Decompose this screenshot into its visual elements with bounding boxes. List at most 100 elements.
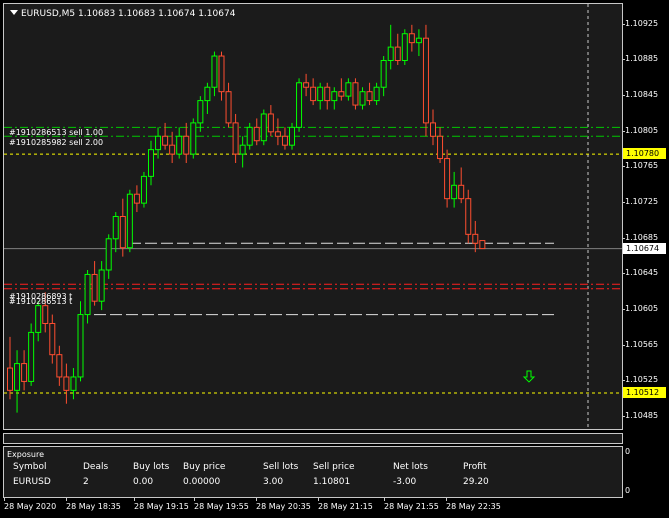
candle-body: [331, 91, 338, 102]
price-tick-label: 1.10565: [621, 339, 659, 349]
time-tick-label: 28 May 2020: [4, 498, 57, 511]
candle-body: [253, 126, 260, 142]
price-tick-label: 1.10805: [621, 125, 659, 135]
candle-body: [197, 100, 204, 124]
candle-body: [437, 135, 444, 160]
candle-body: [112, 216, 119, 240]
candle-body: [430, 122, 436, 137]
value-buy-price: 0.00000: [183, 477, 221, 487]
candle-body: [274, 131, 281, 137]
candle-body: [352, 82, 359, 106]
candle-body: [91, 273, 98, 302]
value-net-lots: -3.00: [393, 477, 417, 487]
candle-body: [14, 363, 21, 391]
price-tag-2: 1.10674: [623, 242, 666, 254]
order-label-4: #1910286513 t: [9, 297, 73, 306]
price-tick-label: 1.10925: [621, 18, 659, 28]
candle-body: [63, 376, 70, 391]
candle-body: [105, 238, 112, 271]
candle-body: [359, 91, 366, 106]
chart-title-text: EURUSD,M5 1.10683 1.10683 1.10674 1.1067…: [21, 9, 236, 19]
value-deals: 2: [83, 477, 89, 487]
candle-body: [296, 82, 303, 128]
candle-body: [246, 126, 253, 146]
candle-body: [267, 113, 274, 133]
candle-body: [21, 363, 28, 382]
indicator-separator: [3, 433, 623, 444]
price-tick-label: 1.10605: [621, 304, 659, 314]
price-axis[interactable]: 1.10925 1.10885 1.10845 1.10805 1.10765 1.107…: [621, 3, 669, 443]
candle-body: [317, 86, 324, 102]
header-sell-price: Sell price: [313, 462, 355, 472]
candle-body: [415, 37, 422, 44]
candle-body: [126, 193, 133, 249]
header-buy-price: Buy price: [183, 462, 226, 472]
candle-body: [98, 269, 105, 302]
candle-body: [28, 331, 35, 382]
value-sell-price: 1.10801: [313, 477, 351, 487]
candle-body: [183, 135, 190, 155]
price-chart[interactable]: [4, 4, 622, 429]
candle-body: [387, 46, 394, 61]
candle-body: [289, 126, 295, 146]
sell-signal-arrow-icon: [522, 370, 536, 383]
candle-body: [204, 86, 211, 102]
candle-body: [190, 122, 197, 155]
candle-body: [140, 175, 147, 204]
candle-body: [133, 193, 140, 204]
chart-area[interactable]: EURUSD,M5 1.10683 1.10683 1.10674 1.1067…: [3, 3, 623, 430]
candle-body: [239, 144, 246, 155]
candle-body: [408, 33, 415, 44]
price-tick-label: 1.10685: [621, 232, 659, 242]
candle-body: [225, 91, 232, 124]
header-sell-lots: Sell lots: [263, 462, 299, 472]
header-deals: Deals: [83, 462, 109, 472]
price-tick-label: 1.10485: [621, 411, 659, 421]
candle-body: [84, 273, 91, 316]
candle-body: [338, 91, 345, 97]
header-buy-lots: Buy lots: [133, 462, 170, 472]
time-tick-label: 28 May 18:35: [66, 498, 121, 511]
candle-body: [401, 33, 408, 61]
price-tag-1: 1.10780: [623, 148, 666, 160]
candle-body: [119, 216, 126, 249]
candle-body: [56, 354, 63, 378]
candle-body: [49, 322, 56, 356]
order-label-2: #1910285982 sell 2.00: [9, 138, 104, 147]
price-tick-label: 1.10645: [621, 268, 659, 278]
value-sell-lots: 3.00: [263, 477, 284, 487]
candle-body: [366, 91, 373, 102]
candle-body: [211, 55, 218, 88]
time-tick-label: 28 May 20:35: [256, 498, 311, 511]
candle-body: [345, 82, 352, 97]
price-tick-label: 1.10845: [621, 90, 659, 100]
price-tick-label: 1.10525: [621, 375, 659, 385]
candle-body: [444, 158, 451, 200]
exposure-title: Exposure: [7, 450, 45, 459]
time-tick-label: 28 May 22:35: [446, 498, 501, 511]
subwindow-scale-bottom: 0: [625, 486, 631, 495]
candle-body: [218, 55, 225, 93]
candle-body: [422, 37, 429, 124]
candle-body: [176, 135, 183, 155]
dropdown-arrow-icon[interactable]: [10, 10, 18, 15]
candle-body: [148, 149, 154, 177]
candle-body: [35, 305, 42, 333]
candle-body: [260, 113, 267, 142]
candle-body: [42, 305, 49, 324]
price-tag-3: 1.10512: [623, 387, 666, 398]
candle-body: [373, 86, 380, 102]
candle-body: [479, 240, 486, 250]
candle-body: [472, 233, 479, 244]
exposure-panel: Exposure Symbol Deals Buy lots Buy price…: [3, 446, 623, 498]
price-tick-label: 1.10765: [621, 161, 659, 171]
candle-body: [465, 198, 472, 235]
candle-body: [155, 135, 162, 151]
candle-body: [162, 135, 169, 146]
candle-body: [169, 144, 176, 155]
candle-body: [232, 122, 239, 155]
time-tick-label: 28 May 21:55: [384, 498, 439, 511]
candle-body: [70, 376, 77, 391]
value-symbol: EURUSD: [13, 477, 51, 487]
candle-body: [310, 86, 317, 102]
